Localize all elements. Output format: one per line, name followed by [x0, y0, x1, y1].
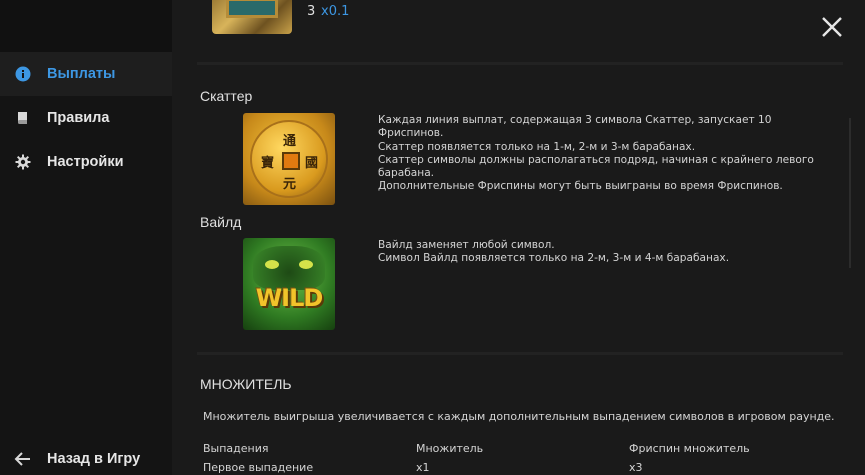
sidebar: Выплаты Правила Настройки Назад в Игру: [0, 0, 172, 475]
payouts-panel: 3 x0.1 Скаттер 通 元 寶 國 Каждая линия выпл…: [172, 0, 865, 475]
close-button[interactable]: [819, 14, 845, 40]
sidebar-item-label: Настройки: [47, 154, 124, 170]
sidebar-item-rules[interactable]: Правила: [0, 96, 172, 140]
scrollbar[interactable]: [849, 118, 851, 268]
multiplier-description: Множитель выигрыша увеличивается с кажды…: [203, 410, 835, 423]
table-cell: x1: [416, 461, 430, 474]
table-header-multiplier: Множитель: [416, 442, 484, 455]
payout-count: 3: [307, 4, 316, 19]
wild-description: Вайлд заменяет любой символ. Символ Вайл…: [378, 239, 730, 265]
symbol-thumbnail: [212, 0, 292, 34]
scatter-title: Скаттер: [200, 88, 253, 104]
scatter-description: Каждая линия выплат, содержащая 3 символ…: [378, 114, 814, 193]
arrow-left-icon: [14, 450, 32, 468]
scatter-symbol-image: 通 元 寶 國: [243, 113, 335, 205]
sidebar-header: [0, 0, 172, 52]
back-to-game-button[interactable]: Назад в Игру: [0, 437, 172, 475]
book-icon: [14, 109, 32, 127]
table-cell: x3: [629, 461, 643, 474]
sidebar-item-settings[interactable]: Настройки: [0, 140, 172, 184]
table-cell: Первое выпадение: [203, 461, 314, 474]
sidebar-item-payouts[interactable]: Выплаты: [0, 52, 172, 96]
back-to-game-label: Назад в Игру: [47, 451, 141, 467]
divider: [197, 352, 843, 355]
info-icon: [14, 65, 32, 83]
wild-symbol-text: WILD: [255, 284, 324, 312]
sidebar-item-label: Выплаты: [47, 66, 116, 82]
table-header-freespin-multiplier: Фриспин множитель: [629, 442, 750, 455]
gear-icon: [14, 153, 32, 171]
sidebar-item-label: Правила: [47, 110, 110, 126]
multiplier-title: МНОЖИТЕЛЬ: [200, 376, 292, 392]
close-icon: [822, 17, 842, 37]
table-header-occurrences: Выпадения: [203, 442, 269, 455]
divider: [197, 62, 843, 65]
wild-symbol-image: WILD: [243, 238, 335, 330]
wild-title: Вайлд: [200, 214, 242, 230]
payout-multiplier: x0.1: [321, 4, 350, 19]
